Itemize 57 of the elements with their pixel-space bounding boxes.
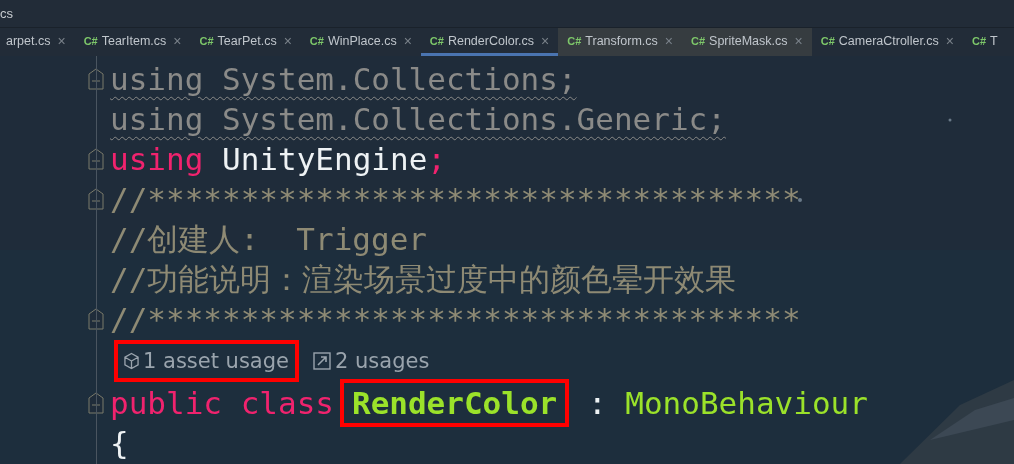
- file-tab[interactable]: C# SpriteMask.cs ×: [682, 28, 812, 56]
- fold-icon[interactable]: [88, 392, 104, 414]
- file-tab[interactable]: C# CameraCtroller.cs ×: [811, 28, 963, 56]
- close-icon[interactable]: ×: [794, 32, 803, 49]
- file-tab[interactable]: C# WinPlace.cs ×: [300, 28, 421, 56]
- tab-label: RenderColor.cs: [447, 33, 535, 48]
- close-icon[interactable]: ×: [403, 32, 412, 49]
- close-icon[interactable]: ×: [283, 32, 292, 49]
- code-text: {: [110, 424, 129, 463]
- keyword: using: [110, 140, 204, 179]
- comment-text: //***********************************: [110, 300, 801, 339]
- csharp-icon: C#: [83, 34, 98, 47]
- fold-icon[interactable]: [88, 308, 104, 330]
- file-tab[interactable]: C# TearItem.cs ×: [74, 28, 191, 56]
- file-tab[interactable]: C# TearPet.cs ×: [190, 28, 301, 56]
- csharp-icon: C#: [309, 34, 324, 47]
- csharp-icon: C#: [820, 34, 835, 47]
- keyword: class: [239, 384, 334, 423]
- csharp-icon: C#: [691, 34, 706, 47]
- file-tab[interactable]: C# Transform.cs ×: [558, 28, 682, 56]
- comment-text: //***********************************: [110, 180, 801, 219]
- tab-label: Transform.cs: [585, 33, 658, 48]
- fold-icon[interactable]: [88, 68, 104, 90]
- window-title: cs: [0, 6, 13, 21]
- type-name: MonoBehaviour: [624, 384, 868, 423]
- usage-link[interactable]: 1 asset usage: [114, 340, 299, 382]
- tab-label: WinPlace.cs: [327, 33, 397, 48]
- tab-label: SpriteMask.cs: [709, 33, 788, 48]
- code-text: UnityEngine: [221, 140, 428, 179]
- csharp-icon: C#: [972, 34, 987, 47]
- comment-text: //功能说明：渲染场景过度中的颜色晕开效果: [110, 260, 737, 299]
- keyword: public: [110, 384, 222, 423]
- close-icon[interactable]: ×: [664, 32, 673, 49]
- csharp-icon: C#: [199, 34, 214, 47]
- close-icon[interactable]: ×: [541, 32, 550, 49]
- usage-link[interactable]: 2 usages: [313, 348, 430, 374]
- close-icon[interactable]: ×: [945, 32, 954, 49]
- tab-label: TearPet.cs: [217, 33, 277, 48]
- tab-label: T: [990, 33, 998, 48]
- tab-label: CameraCtroller.cs: [838, 33, 939, 48]
- file-tab[interactable]: C# T: [963, 28, 998, 56]
- code-text: :: [586, 384, 607, 423]
- fold-icon[interactable]: [88, 188, 104, 210]
- cube-icon: [124, 352, 139, 370]
- class-name: RenderColor: [339, 379, 570, 427]
- keyword: ;: [427, 140, 446, 179]
- tab-label: arpet.cs: [6, 33, 51, 48]
- unused-code: using System.Collections.Generic;: [110, 100, 726, 139]
- csharp-icon: C#: [429, 34, 444, 47]
- file-tab[interactable]: arpet.cs ×: [0, 28, 75, 56]
- comment-text: //创建人: Trigger: [110, 220, 427, 259]
- fold-icon[interactable]: [88, 148, 104, 170]
- unused-code: using System.Collections;: [110, 60, 577, 99]
- tab-label: TearItem.cs: [101, 33, 167, 48]
- close-icon[interactable]: ×: [173, 32, 182, 49]
- csharp-icon: C#: [567, 34, 582, 47]
- close-icon[interactable]: ×: [57, 32, 66, 49]
